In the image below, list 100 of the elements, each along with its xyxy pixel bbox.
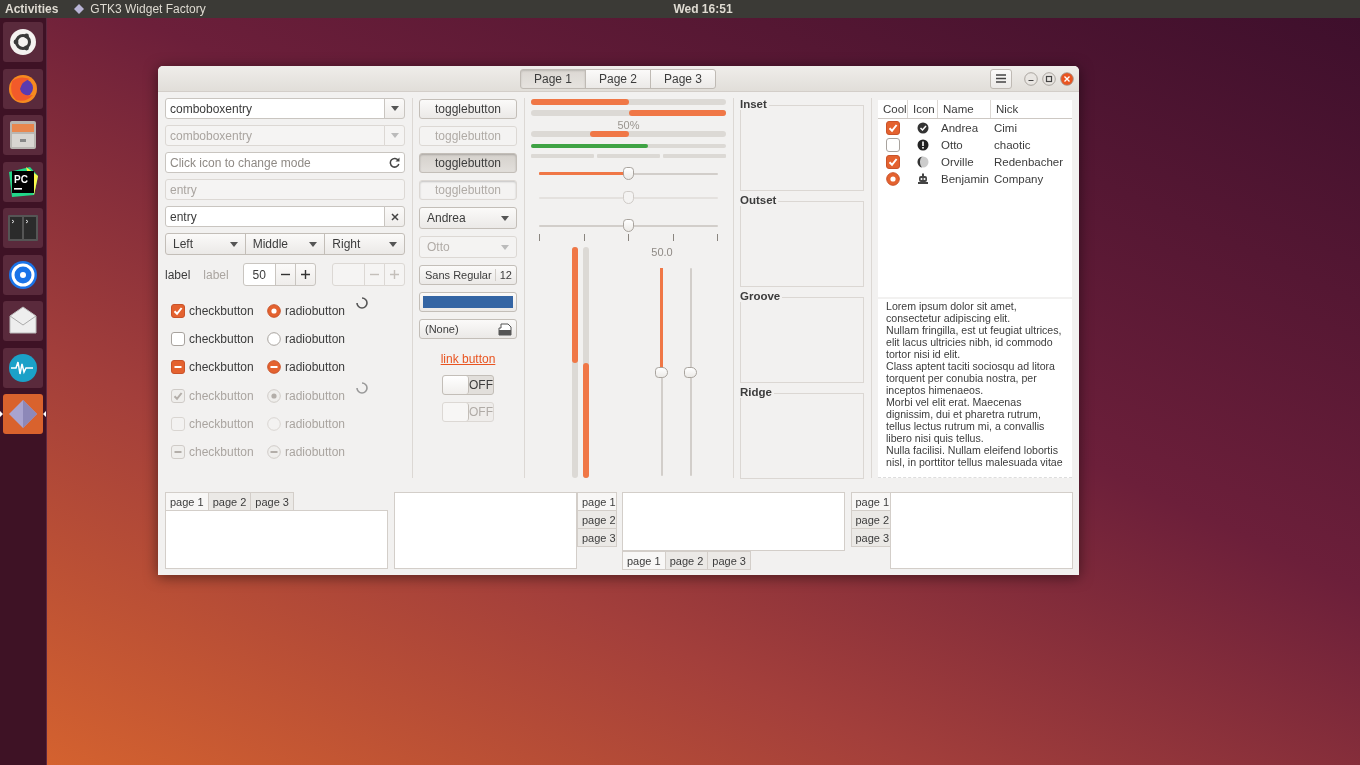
checkbox[interactable] [886, 137, 900, 152]
radio-button-label: radiobutton [285, 445, 346, 460]
clock[interactable]: Wed 16:51 [627, 2, 733, 16]
combo-box-entry[interactable]: comboboxentry [165, 98, 385, 119]
checkbox[interactable] [886, 154, 900, 169]
combo-box[interactable]: Left [165, 233, 246, 255]
column-header[interactable]: Cool [878, 100, 908, 118]
tab[interactable]: Page 2 [585, 68, 651, 89]
tab[interactable]: page 3 [577, 528, 617, 547]
tab[interactable]: page 3 [850, 528, 891, 547]
paragraph: Lorem ipsum dolor sit amet, consectetur adipiscing elit. [886, 300, 1018, 324]
tick-mark [717, 234, 718, 241]
radio-button-label: radiobutton [285, 388, 346, 403]
caret-icon [309, 241, 318, 247]
robot-icon [917, 172, 929, 185]
spin-field[interactable]: 50 [242, 263, 276, 286]
maximize-button[interactable] [1042, 71, 1056, 86]
slider-thumb[interactable] [684, 367, 697, 378]
radio-button-label: radiobutton [285, 360, 346, 375]
checkbox[interactable] [171, 360, 185, 375]
tab[interactable]: page 1 [622, 551, 666, 570]
tab[interactable]: page 3 [707, 551, 751, 570]
refresh-icon[interactable] [389, 157, 400, 168]
caret-icon [229, 241, 238, 247]
dial-icon[interactable] [0, 254, 46, 295]
tab[interactable]: page 2 [850, 510, 891, 529]
slider-thumb[interactable] [622, 167, 634, 180]
tab[interactable]: Page 1 [520, 68, 586, 89]
frame-label: Inset [740, 98, 769, 110]
paragraph: Class aptent taciti sociosqu ad litora torquent per conubia nostra, per inceptos himenaeos. [886, 360, 1056, 396]
waveform-icon[interactable] [0, 347, 46, 388]
column-header[interactable]: Name [938, 100, 991, 118]
combo-box[interactable]: Right [324, 233, 405, 255]
radio-button[interactable] [267, 360, 281, 375]
close-icon [390, 212, 399, 221]
file-chooser-button[interactable]: (None) [419, 319, 517, 339]
plus-icon[interactable] [300, 270, 310, 279]
close-button[interactable] [1060, 71, 1074, 86]
globe-icon[interactable] [0, 68, 46, 109]
radio-button-label: radiobutton [285, 304, 346, 319]
slider[interactable] [539, 219, 718, 241]
slider[interactable] [684, 268, 698, 476]
checkbox-label: checkbutton [189, 416, 254, 431]
menu-button[interactable] [990, 68, 1012, 89]
switch[interactable]: OFF [442, 375, 494, 395]
paragraph: Nullam fringilla, est ut feugiat ultrices, elit lacus ultricies nibh, id commodo tortor nisi id elit. [886, 324, 1063, 360]
table-cell-text: Company [993, 172, 1045, 185]
envelope-icon[interactable] [0, 301, 46, 341]
caret-icon [501, 244, 509, 250]
checkbox[interactable] [171, 304, 185, 319]
slider[interactable] [655, 268, 669, 476]
font-button[interactable]: Sans Regular 12 [419, 265, 517, 285]
column-header[interactable]: Nick [991, 100, 1072, 118]
dropdown-button[interactable] [384, 98, 405, 119]
text-field[interactable]: Click icon to change mode [165, 152, 405, 173]
tick-mark [539, 234, 540, 241]
table-cell-text: Benjamin [940, 172, 990, 185]
table-cell-text: Otto [940, 138, 964, 151]
radio-button-label: radiobutton [285, 332, 346, 347]
circle-check-icon [917, 121, 929, 134]
text-field[interactable]: entry [165, 206, 385, 227]
tab[interactable]: page 2 [664, 551, 709, 570]
caret-icon [501, 215, 509, 221]
code-editor-icon[interactable]: PC [0, 161, 46, 202]
column-header[interactable]: Icon [908, 100, 938, 118]
ring-logo-icon[interactable] [0, 22, 46, 62]
table-cell-text: Redenbacher [993, 155, 1065, 168]
tab[interactable]: Page 3 [650, 68, 716, 89]
slider[interactable] [539, 167, 718, 181]
frame-label: Outset [740, 194, 779, 206]
combo-box[interactable]: Andrea [419, 207, 517, 229]
checkbox[interactable] [171, 332, 185, 347]
checkbox-label: checkbutton [189, 360, 254, 375]
file-cabinet-icon[interactable] [0, 115, 46, 155]
clear-button[interactable] [384, 206, 405, 227]
label: label [203, 267, 229, 282]
radio-button[interactable] [267, 304, 281, 319]
table-cell-text: Orville [940, 155, 975, 168]
slider-thumb[interactable] [655, 367, 668, 378]
exclamation-icon [917, 138, 929, 151]
app-menu-title[interactable]: GTK3 Widget Factory [90, 2, 206, 16]
caret-icon [390, 106, 399, 111]
checkbox-label: checkbutton [189, 332, 254, 347]
toggle-button[interactable]: togglebutton [419, 99, 517, 119]
radio-button[interactable] [267, 332, 281, 347]
tick-mark [672, 234, 674, 241]
caret-icon [390, 133, 399, 138]
checkbox-label: checkbutton [189, 304, 254, 319]
tick-mark [628, 234, 629, 241]
combo-box[interactable]: Middle [244, 233, 326, 255]
slider-thumb[interactable] [622, 219, 634, 232]
progress-text: 50% [616, 120, 641, 131]
frame-label: Groove [740, 290, 783, 302]
terminal-icon[interactable] [0, 208, 46, 248]
document-icon [498, 322, 512, 336]
activities-button[interactable]: Activities [5, 2, 59, 16]
tab[interactable]: page 1 [850, 492, 891, 511]
toggle-button[interactable]: togglebutton [419, 153, 517, 173]
checkbox[interactable] [886, 120, 900, 135]
radio-button[interactable] [886, 171, 900, 186]
